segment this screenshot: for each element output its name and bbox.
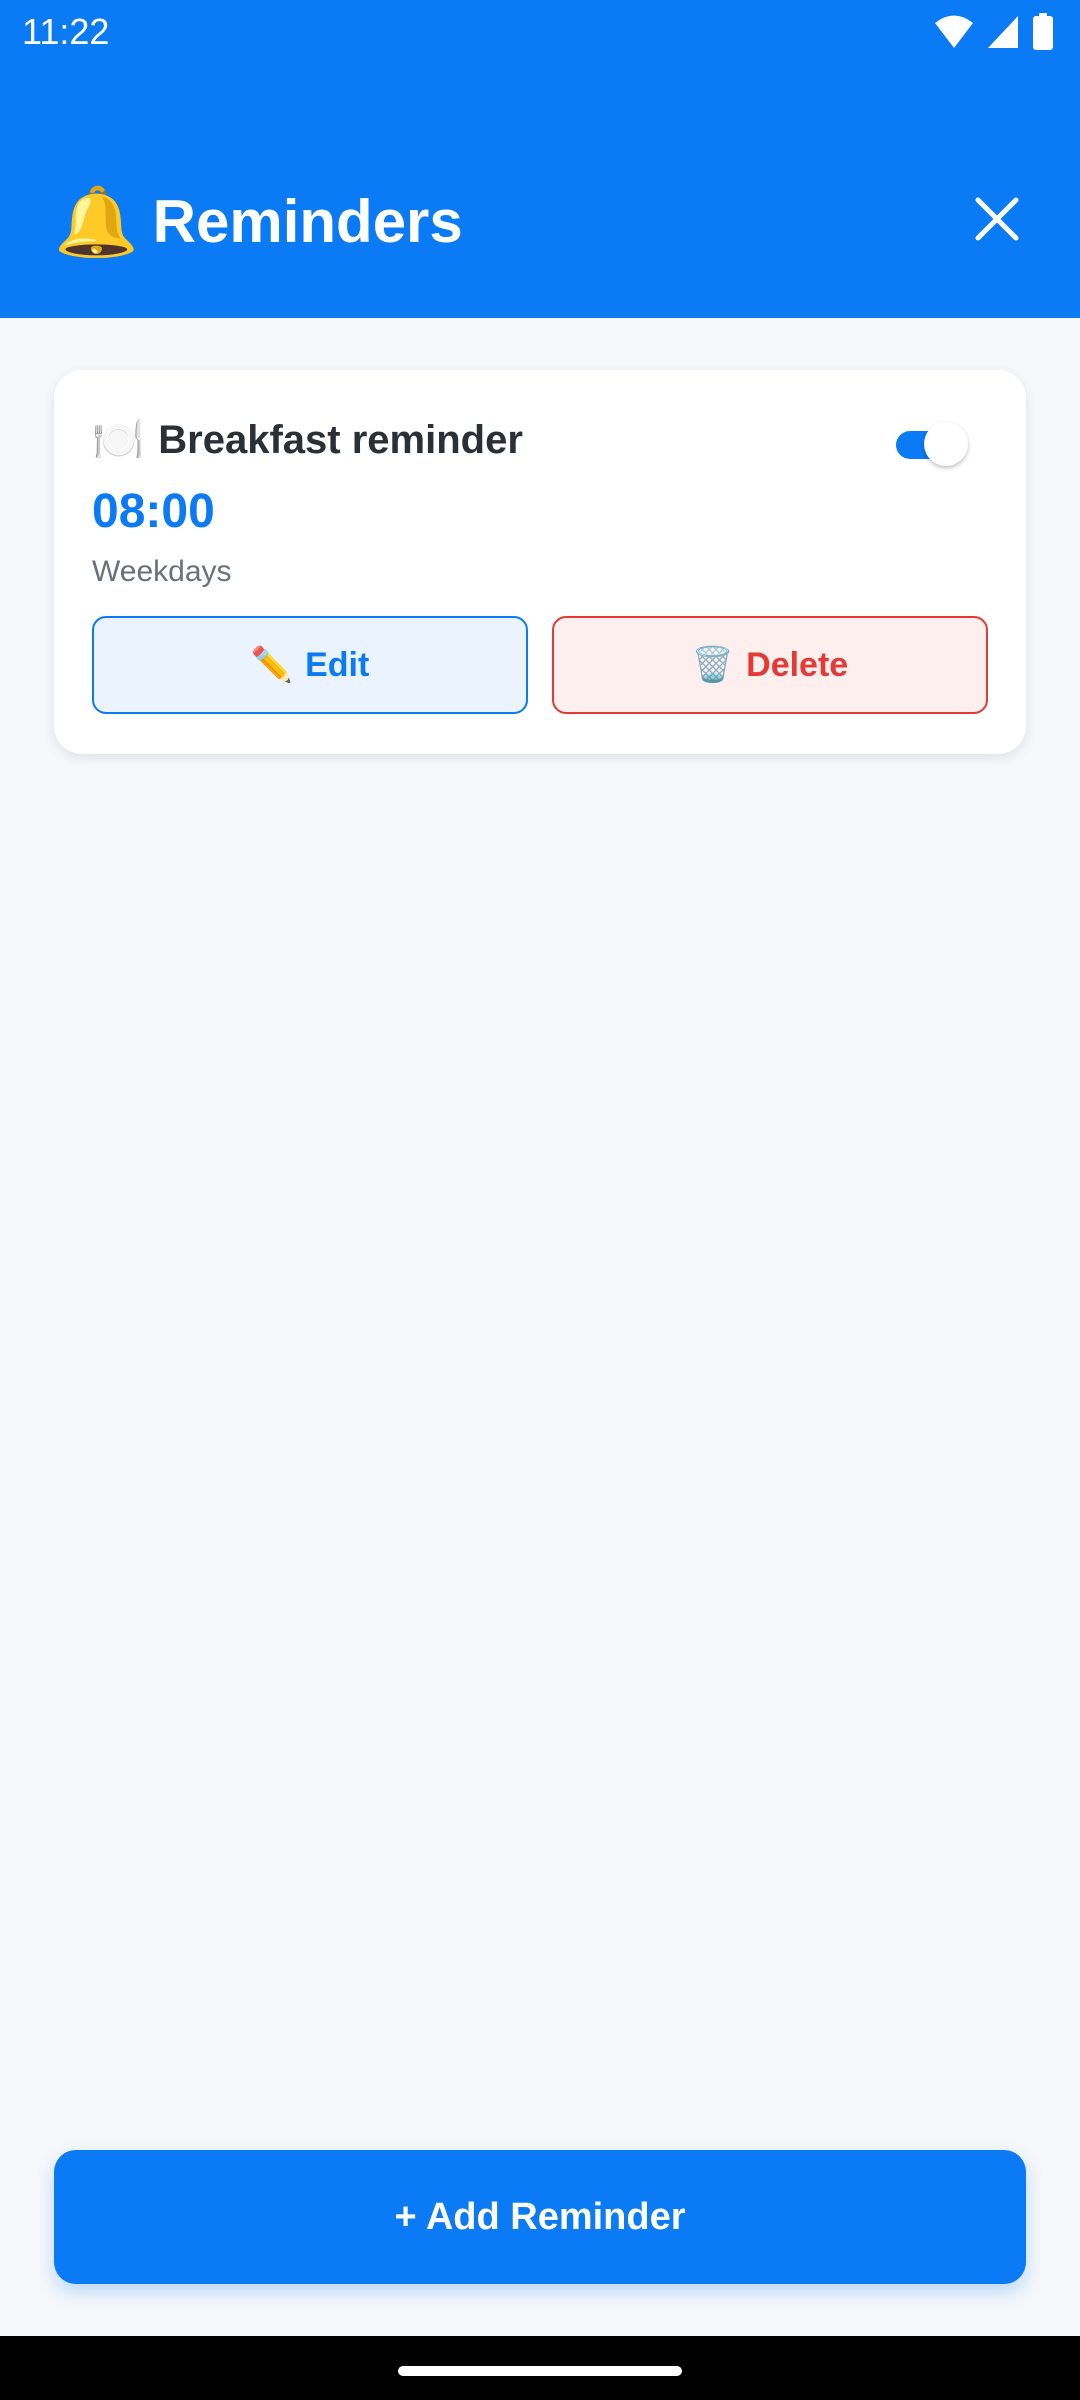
- edit-button-label: Edit: [305, 645, 370, 684]
- app-header: 11:22 🔔 Reminders: [0, 0, 1080, 318]
- pencil-icon: ✏️: [250, 646, 294, 684]
- delete-button[interactable]: 🗑️ Delete: [552, 616, 988, 714]
- edit-button[interactable]: ✏️ Edit: [92, 616, 528, 714]
- page-title-row: 🔔 Reminders: [54, 176, 463, 268]
- trash-icon: 🗑️: [691, 646, 735, 684]
- close-icon[interactable]: [972, 194, 1022, 244]
- plate-icon: 🍽️: [92, 416, 145, 463]
- reminder-time: 08:00: [92, 485, 215, 538]
- reminder-title: Breakfast reminder: [158, 417, 523, 462]
- reminder-enabled-toggle[interactable]: [896, 420, 968, 466]
- toggle-knob: [924, 422, 968, 466]
- battery-icon: [1033, 13, 1053, 50]
- add-reminder-button[interactable]: + Add Reminder: [54, 2150, 1026, 2284]
- home-indicator[interactable]: [398, 2366, 682, 2376]
- reminders-screen: 11:22 🔔 Reminders 🍽️ Breakfast reminder: [0, 0, 1080, 2400]
- status-icons: [934, 12, 1054, 52]
- reminder-days: Weekdays: [92, 555, 232, 588]
- wifi-icon: [935, 15, 973, 48]
- page-title: Reminders: [152, 188, 463, 255]
- signal-icon: [988, 16, 1018, 48]
- system-nav-bar: [0, 2336, 1080, 2400]
- bell-icon: 🔔: [54, 184, 139, 260]
- status-time: 11:22: [22, 11, 110, 52]
- reminder-title-row: 🍽️ Breakfast reminder: [92, 410, 523, 470]
- reminder-card: 🍽️ Breakfast reminder 08:00 Weekdays ✏️ …: [54, 370, 1026, 754]
- delete-button-label: Delete: [746, 645, 849, 684]
